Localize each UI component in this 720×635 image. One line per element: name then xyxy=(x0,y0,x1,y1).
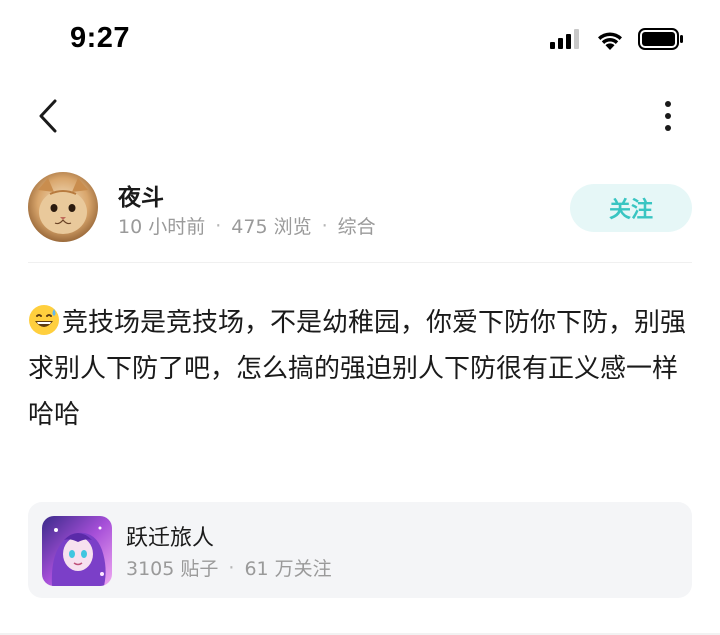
more-dot xyxy=(665,113,671,119)
avatar[interactable] xyxy=(28,172,98,242)
meta-separator: · xyxy=(228,556,235,579)
grinning-sweat-emoji xyxy=(29,305,59,335)
meta-separator: · xyxy=(215,214,222,237)
view-count: 475 浏览 xyxy=(231,216,312,238)
chevron-left-icon xyxy=(39,99,57,133)
forum-post-count: 3105 贴子 xyxy=(126,558,219,580)
meta-separator: · xyxy=(321,214,328,237)
forum-card[interactable]: 跃迁旅人 3105 贴子 · 61 万关注 xyxy=(28,502,692,598)
forum-name: 跃迁旅人 xyxy=(126,526,215,551)
forum-follower-count: 61 万关注 xyxy=(244,558,332,580)
author-name[interactable]: 夜斗 xyxy=(118,178,164,212)
forum-meta: 3105 贴子 · 61 万关注 xyxy=(126,554,332,581)
status-bar: 9:27 xyxy=(0,0,720,80)
forum-icon xyxy=(42,516,112,586)
nav-bar xyxy=(0,80,720,150)
status-icons xyxy=(550,28,684,50)
status-time: 9:27 xyxy=(70,22,131,54)
follow-button[interactable]: 关注 xyxy=(570,184,692,232)
more-dot xyxy=(665,125,671,131)
more-button[interactable] xyxy=(656,94,680,138)
cellular-signal-icon xyxy=(550,29,579,49)
battery-icon xyxy=(638,28,683,50)
cat-avatar-image xyxy=(28,172,98,242)
post-body: 竞技场是竞技场，不是幼稚园，你爱下防你下防，别强求别人下防了吧，怎么搞的强迫别人… xyxy=(28,300,696,438)
divider xyxy=(28,262,692,263)
post-text: 竞技场是竞技场，不是幼稚园，你爱下防你下防，别强求别人下防了吧，怎么搞的强迫别人… xyxy=(28,308,687,430)
forum-avatar-image xyxy=(42,516,112,586)
post-category: 综合 xyxy=(337,216,376,238)
post-time: 10 小时前 xyxy=(118,216,206,238)
back-button[interactable] xyxy=(28,94,68,138)
author-meta: 10 小时前 · 475 浏览 · 综合 xyxy=(118,212,376,239)
author-row: 夜斗 10 小时前 · 475 浏览 · 综合 关注 xyxy=(0,170,720,250)
wifi-icon xyxy=(598,31,622,50)
more-vertical-icon xyxy=(665,101,671,107)
